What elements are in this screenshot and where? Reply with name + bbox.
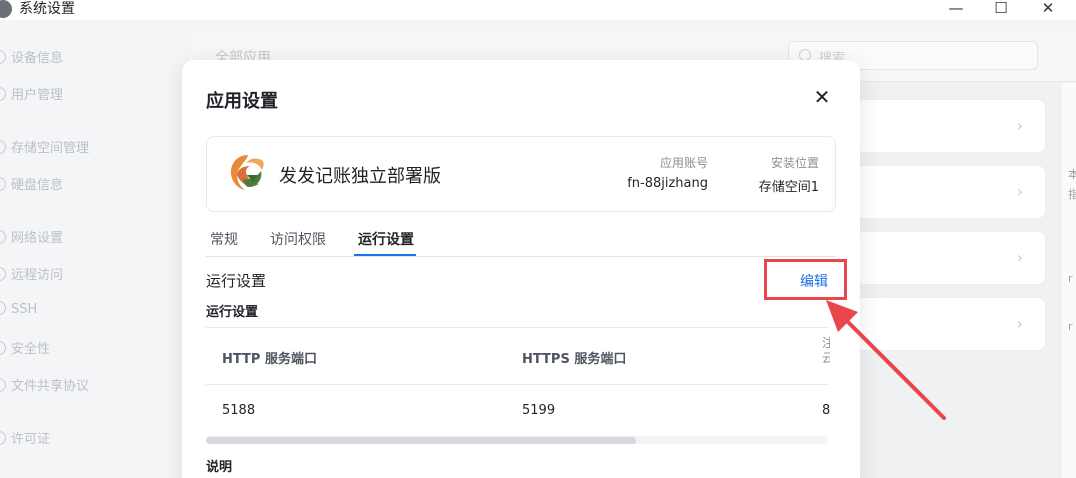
tab-run-settings[interactable]: 运行设置 [358,229,414,249]
app-account-label: 应用账号 [659,156,708,170]
active-tab-indicator [354,254,416,256]
section-title: 运行设置 [206,272,267,290]
remote-icon [0,267,6,281]
license-icon [0,431,6,445]
table-cell-clipped: 8 [822,403,830,418]
app-logo-icon [230,155,264,190]
app-info-card: 发发记账独立部署版 应用账号 fn-88jizhang 安装位置 存储空间1 [206,136,836,212]
table-header-clipped: 注 云 [822,336,830,365]
https-port-value: 5199 [522,403,556,418]
sidebar-item-users[interactable]: 用户管理 [0,84,63,103]
edge-text: 指 [1068,188,1076,201]
tab-general[interactable]: 常规 [210,229,238,249]
sidebar-item-device-info[interactable]: 设备信息 [0,47,63,66]
title-bar: 系统设置 — ☐ ✕ [0,0,1076,20]
edge-text: r [1068,272,1073,285]
app-list-card[interactable]: › [856,231,1046,285]
chevron-right-icon: › [1016,182,1023,201]
close-dialog-button[interactable]: ✕ [810,86,834,110]
notes-title: 说明 [206,460,233,475]
share-icon [0,378,6,392]
chevron-right-icon: › [1016,314,1023,333]
minimize-button[interactable]: — [941,0,971,18]
sidebar-item-disk[interactable]: 硬盘信息 [0,174,63,193]
app-name: 发发记账独立部署版 [279,166,441,187]
sidebar-item-license[interactable]: 许可证 [0,428,50,447]
sidebar-item-ssh[interactable]: SSH [0,301,37,317]
close-window-button[interactable]: ✕ [1033,0,1063,18]
app-list-card[interactable]: › [856,297,1046,351]
table-divider [206,384,828,385]
table-divider [206,327,828,328]
app-list-card[interactable]: › [856,165,1046,219]
sidebar: 设备信息 用户管理 存储空间管理 硬盘信息 网络设置 远程访问 SSH 安全性 … [0,20,190,478]
app-account-value: fn-88jizhang [627,176,708,191]
install-location-value: 存储空间1 [758,180,819,195]
table-header-https-port: HTTPS 服务端口 [522,352,627,367]
shield-icon [0,341,6,355]
sidebar-item-file-sharing[interactable]: 文件共享协议 [0,375,89,394]
install-location-label: 安装位置 [770,156,819,170]
app-list-card[interactable]: › [856,99,1046,153]
chevron-right-icon: › [1016,248,1023,267]
chevron-right-icon: › [1016,116,1023,135]
sidebar-item-network[interactable]: 网络设置 [0,227,63,246]
settings-tabs: 常规 访问权限 运行设置 [206,220,836,257]
app-settings-dialog: 应用设置 ✕ 发发记账独立部署版 应用账号 fn-88jizhang 安装位置 … [182,60,860,478]
disk-icon [0,177,6,191]
settings-app-icon [0,0,12,18]
edge-text: 本 [1068,168,1076,181]
http-port-value: 5188 [222,403,256,418]
edit-button[interactable]: 编辑 [800,271,828,291]
user-icon [0,87,6,101]
window-title: 系统设置 [19,1,75,17]
storage-icon [0,140,6,154]
maximize-button[interactable]: ☐ [986,0,1016,18]
table-header-http-port: HTTP 服务端口 [222,352,317,367]
tab-access-permissions[interactable]: 访问权限 [270,229,326,249]
network-icon [0,230,6,244]
info-icon [0,50,6,64]
edge-text: r [1068,320,1073,333]
scrollbar-thumb[interactable] [206,437,636,444]
subsection-title: 运行设置 [206,305,259,320]
dialog-title: 应用设置 [206,91,278,112]
sidebar-item-remote[interactable]: 远程访问 [0,264,63,283]
ssh-icon [0,301,6,315]
sidebar-item-storage[interactable]: 存储空间管理 [0,137,89,156]
sidebar-item-security[interactable]: 安全性 [0,338,50,357]
